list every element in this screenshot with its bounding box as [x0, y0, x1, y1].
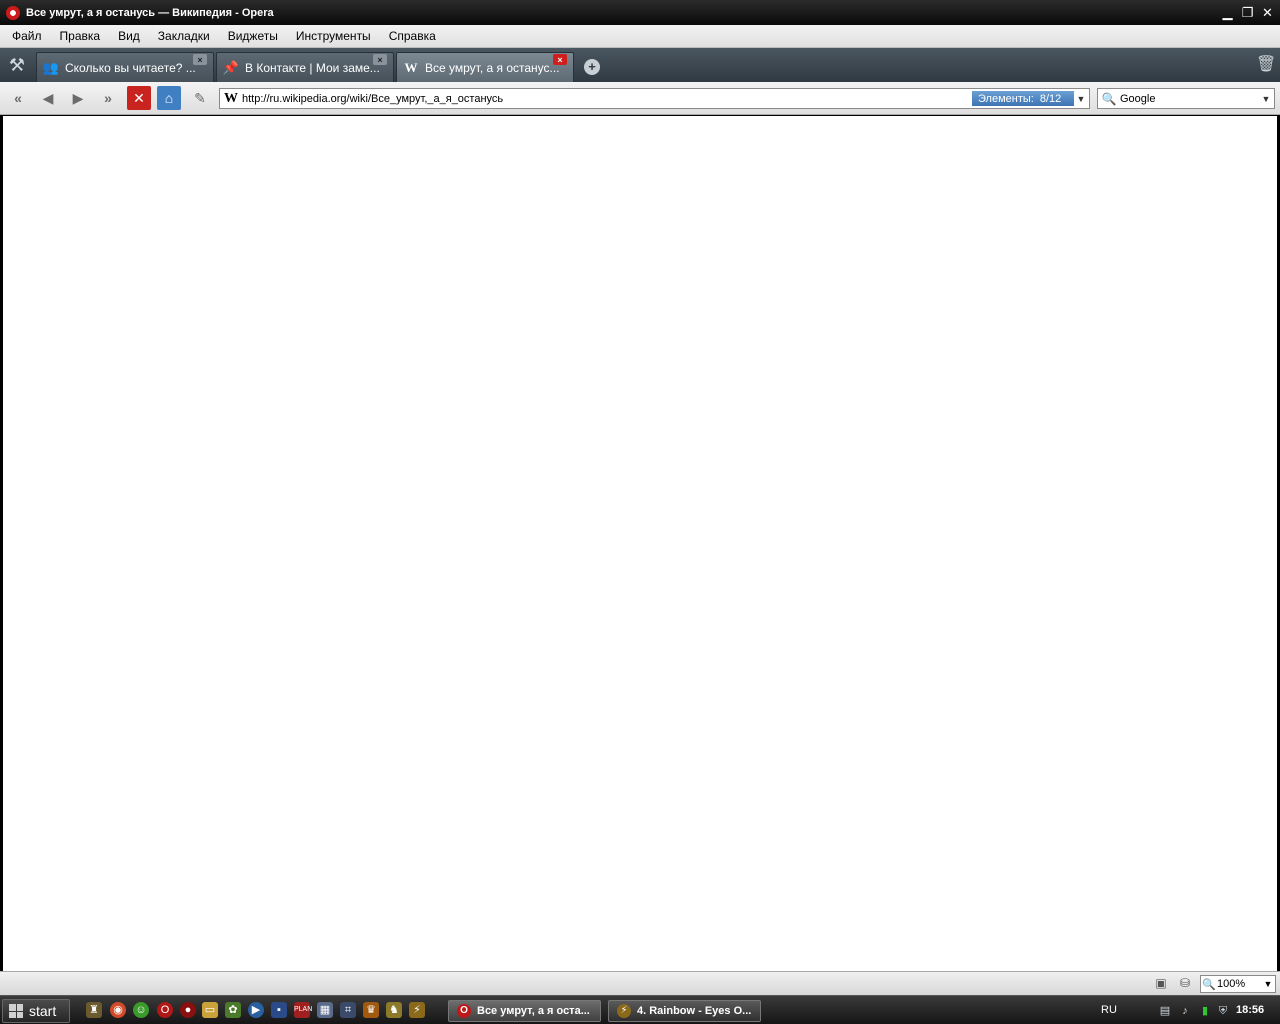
tools-panel-button[interactable]: ⚒ [0, 48, 34, 82]
address-bar[interactable]: W http://ru.wikipedia.org/wiki/Все_умрут… [219, 88, 1090, 109]
community-icon: 👥 [42, 59, 60, 75]
turbo-icon[interactable]: ⛁ [1176, 976, 1194, 992]
wikipedia-icon: W [404, 59, 418, 75]
start-button[interactable]: start [2, 999, 70, 1023]
task-label: 4. Rainbow - Eyes O... [637, 1005, 752, 1017]
tab-reading[interactable]: 👥 Сколько вы читаете? ... × [36, 52, 214, 82]
rewind-button[interactable]: « [6, 86, 30, 110]
taskbar: start ♜ ◉ ☺ O ● ▭ ✿ ▶ ▪ PLAN ▦ ⌗ ♛ ♞ ⚡ O… [0, 995, 1280, 1024]
winamp-icon: ⚡ [617, 1004, 631, 1018]
chrome-icon[interactable]: ◉ [110, 1002, 126, 1018]
menu-widgets[interactable]: Виджеты [219, 26, 287, 47]
windows-logo-icon [9, 1004, 23, 1018]
language-indicator[interactable]: RU [1101, 1004, 1117, 1016]
status-bar: ▣ ⛁ 🔍 100% ▼ [0, 971, 1280, 995]
progress-value: 8/12 [1039, 92, 1062, 105]
restore-button[interactable]: ❐ [1239, 4, 1256, 21]
start-label: start [29, 1003, 57, 1019]
record-icon[interactable]: ● [180, 1002, 196, 1018]
load-progress: Элементы: 8/12 [972, 91, 1074, 106]
search-box[interactable]: 🔍 Google ▼ [1097, 88, 1275, 109]
menu-bar: Файл Правка Вид Закладки Виджеты Инструм… [0, 25, 1280, 48]
plus-icon: + [584, 59, 600, 75]
volume-tray-icon[interactable]: ♪ [1177, 1003, 1193, 1019]
tab-close-button[interactable]: × [193, 54, 207, 65]
winamp-icon[interactable]: ⚡ [409, 1002, 425, 1018]
address-dropdown-button[interactable]: ▼ [1073, 89, 1089, 108]
zoom-value: 100% [1217, 978, 1246, 990]
window-titlebar: Все умрут, а я останусь — Википедия - Op… [0, 0, 1280, 25]
menu-file[interactable]: Файл [3, 26, 51, 47]
search-icon: 🔍 [1101, 91, 1117, 106]
meter-tray-icon[interactable]: ▮ [1197, 1003, 1213, 1019]
clock[interactable]: 18:56 [1236, 1004, 1264, 1016]
task-opera[interactable]: O Все умрут, а я оста... [448, 1000, 601, 1022]
media-player-icon[interactable]: ▶ [248, 1002, 264, 1018]
save-icon[interactable]: ▪ [271, 1002, 287, 1018]
tab-label: Все умрут, а я останус... [425, 60, 560, 75]
menu-edit[interactable]: Правка [51, 26, 110, 47]
progress-label: Элементы: [978, 92, 1034, 105]
edit-button[interactable]: ✎ [188, 86, 212, 110]
magnifier-icon: 🔍 [1202, 978, 1216, 991]
search-dropdown-button[interactable]: ▼ [1258, 94, 1274, 104]
speed-dial-icon[interactable]: ▣ [1152, 976, 1170, 992]
green-app-icon[interactable]: ☺ [133, 1002, 149, 1018]
menu-view[interactable]: Вид [109, 26, 149, 47]
minimize-button[interactable]: ▁ [1219, 4, 1236, 21]
close-button[interactable]: ✕ [1259, 4, 1276, 21]
pushpin-icon: 📌 [222, 59, 240, 75]
opera-icon: O [457, 1004, 471, 1018]
search-engine-label[interactable]: Google [1120, 93, 1258, 105]
tab-label: В Контакте | Мои заме... [245, 60, 380, 75]
butterfly-icon[interactable]: ✿ [225, 1002, 241, 1018]
menu-tools[interactable]: Инструменты [287, 26, 380, 47]
zoom-dropdown-button[interactable]: ▼ [1261, 979, 1275, 989]
navigation-toolbar: « ◀ ▶ » ✕ ⌂ ✎ W http://ru.wikipedia.org/… [0, 82, 1280, 115]
url-text[interactable]: http://ru.wikipedia.org/wiki/Все_умрут,_… [242, 93, 1089, 105]
menu-bookmarks[interactable]: Закладки [149, 26, 219, 47]
tab-close-button[interactable]: × [553, 54, 567, 65]
plan-icon[interactable]: PLAN [294, 1002, 312, 1018]
stop-button[interactable]: ✕ [127, 86, 151, 110]
film-icon[interactable]: ▦ [317, 1002, 333, 1018]
wikipedia-icon: W [224, 90, 238, 106]
window-title: Все умрут, а я останусь — Википедия - Op… [26, 6, 274, 19]
back-button[interactable]: ◀ [36, 86, 60, 110]
network-icon[interactable]: ⌗ [340, 1002, 356, 1018]
task-label: Все умрут, а я оста... [477, 1005, 590, 1017]
folder-icon[interactable]: ▭ [202, 1002, 218, 1018]
opera-icon[interactable]: O [157, 1002, 173, 1018]
forward-button[interactable]: ▶ [66, 86, 90, 110]
menu-help[interactable]: Справка [380, 26, 445, 47]
network-tray-icon[interactable]: ▤ [1157, 1003, 1173, 1019]
tab-bar: ⚒ 👥 Сколько вы читаете? ... × 📌 В Контак… [0, 48, 1280, 82]
tab-close-button[interactable]: × [373, 54, 387, 65]
tab-label: Сколько вы читаете? ... [65, 60, 196, 75]
zoom-control[interactable]: 🔍 100% ▼ [1200, 975, 1276, 993]
home-button[interactable]: ⌂ [157, 86, 181, 110]
opera-icon [6, 5, 20, 20]
task-winamp[interactable]: ⚡ 4. Rainbow - Eyes O... [608, 1000, 761, 1022]
safety-tray-icon[interactable]: ⛨ [1215, 1003, 1231, 1019]
tab-vkontakte[interactable]: 📌 В Контакте | Мои заме... × [216, 52, 394, 82]
figure-icon[interactable]: ♞ [386, 1002, 402, 1018]
fast-forward-button[interactable]: » [96, 86, 120, 110]
window-controls: ▁ ❐ ✕ [1219, 4, 1276, 21]
new-tab-button[interactable]: + [576, 52, 608, 82]
tab-wikipedia[interactable]: W Все умрут, а я останус... × [396, 52, 574, 82]
crown-icon[interactable]: ♛ [363, 1002, 379, 1018]
wrench-icon: ⚒ [8, 54, 26, 75]
quicklaunch-app-icon[interactable]: ♜ [86, 1002, 102, 1018]
page-content[interactable] [3, 116, 1277, 971]
trash-icon[interactable]: 🗑 [1256, 54, 1276, 74]
